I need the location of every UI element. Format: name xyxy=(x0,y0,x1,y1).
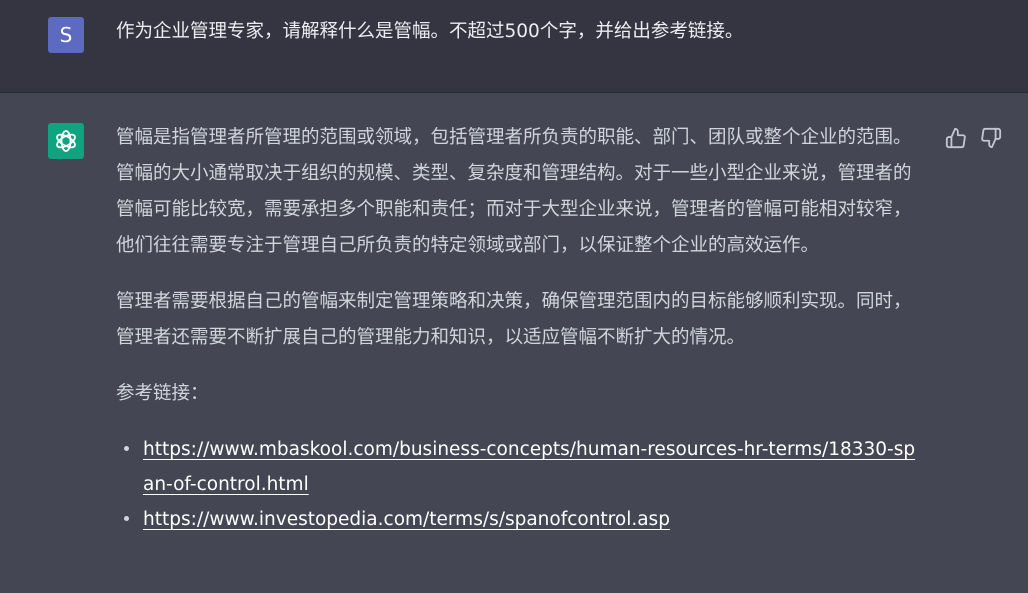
user-message-row: S 作为企业管理专家，请解释什么是管幅。不超过500个字，并给出参考链接。 xyxy=(0,0,1028,93)
assistant-answer: 管幅是指管理者所管理的范围或领域，包括管理者所负责的职能、部门、团队或整个企业的… xyxy=(116,120,926,537)
reference-list: https://www.mbaskool.com/business-concep… xyxy=(116,432,926,537)
assistant-avatar xyxy=(48,123,84,159)
thumbs-up-button[interactable] xyxy=(945,127,967,149)
list-item: https://www.mbaskool.com/business-concep… xyxy=(116,432,926,502)
answer-paragraph-2: 管理者需要根据自己的管幅来制定管理策略和决策，确保管理范围内的目标能够顺利实现。… xyxy=(116,291,912,348)
user-message-text: 作为企业管理专家，请解释什么是管幅。不超过500个字，并给出参考链接。 xyxy=(116,21,744,42)
thumbs-down-icon xyxy=(981,127,1002,149)
thumbs-up-icon xyxy=(945,127,966,149)
assistant-message-row: 管幅是指管理者所管理的范围或领域，包括管理者所负责的职能、部门、团队或整个企业的… xyxy=(0,93,1028,593)
answer-paragraph-1: 管幅是指管理者所管理的范围或领域，包括管理者所负责的职能、部门、团队或整个企业的… xyxy=(116,127,912,256)
references-label: 参考链接： xyxy=(116,383,209,404)
reference-link-investopedia[interactable]: https://www.investopedia.com/terms/s/spa… xyxy=(143,509,670,530)
list-item: https://www.investopedia.com/terms/s/spa… xyxy=(116,502,926,537)
reference-link-mbaskool[interactable]: https://www.mbaskool.com/business-concep… xyxy=(143,439,915,495)
user-avatar: S xyxy=(48,17,84,53)
openai-logo-icon xyxy=(56,130,76,152)
thumbs-down-button[interactable] xyxy=(980,127,1002,149)
